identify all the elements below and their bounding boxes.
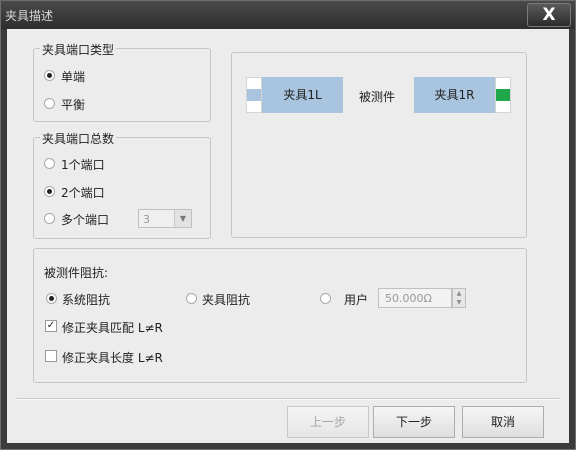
right-fixture-block: 夹具1R — [414, 77, 495, 113]
single-ended-label[interactable]: 单端 — [61, 68, 85, 85]
user-impedance-input[interactable]: 50.000Ω ▲ ▼ — [378, 288, 466, 308]
port-count-group: 夹具端口总数 1个端口 2个端口 多个端口 3 ▼ — [33, 130, 211, 239]
next-step-button[interactable]: 下一步 — [373, 406, 455, 438]
port-type-group: 夹具端口类型 单端 平衡 — [33, 41, 211, 122]
impedance-group: 被测件阻抗: 系统阻抗 夹具阻抗 用户 50.000Ω ▲ ▼ ✓ 修正夹具匹配… — [33, 248, 527, 383]
chevron-down-icon[interactable]: ▼ — [174, 210, 191, 227]
footer-divider — [17, 398, 559, 400]
two-ports-label[interactable]: 2个端口 — [61, 184, 105, 201]
fixture-impedance-label[interactable]: 夹具阻抗 — [202, 291, 250, 308]
user-impedance-label[interactable]: 用户 — [344, 291, 368, 308]
radio-single-ended[interactable] — [44, 70, 55, 81]
dut-label: 被测件 — [359, 90, 396, 104]
user-impedance-value: 50.000Ω — [385, 292, 432, 305]
left-port-indicator — [247, 89, 261, 101]
right-port-marker — [495, 77, 511, 113]
cancel-button[interactable]: 取消 — [462, 406, 544, 438]
port-count-legend: 夹具端口总数 — [40, 130, 117, 147]
radio-user-impedance[interactable] — [320, 293, 331, 304]
correct-length-label[interactable]: 修正夹具长度 L≠R — [62, 349, 163, 366]
title-bar[interactable]: 夹具描述 X — [1, 1, 575, 29]
chevron-up-icon[interactable]: ▲ — [453, 289, 465, 298]
close-button[interactable]: X — [527, 3, 571, 27]
radio-fixture-impedance[interactable] — [186, 293, 197, 304]
left-fixture-block: 夹具1L — [262, 77, 343, 113]
chevron-down-icon[interactable]: ▼ — [453, 298, 465, 307]
fixture-diagram-group: 夹具1L 被测件 夹具1R — [231, 52, 527, 238]
radio-2-ports[interactable] — [44, 186, 55, 197]
fixture-dialog: 夹具描述 X 夹具端口类型 单端 平衡 夹具端口总数 1个端口 2个端口 多个端… — [0, 0, 576, 450]
radio-multi-ports[interactable] — [44, 213, 55, 224]
port-type-legend: 夹具端口类型 — [40, 41, 117, 58]
prev-step-button[interactable]: 上一步 — [287, 406, 369, 438]
one-port-label[interactable]: 1个端口 — [61, 156, 105, 173]
multi-port-count-value: 3 — [143, 213, 150, 226]
correct-length-checkbox[interactable] — [45, 350, 57, 362]
correct-match-label[interactable]: 修正夹具匹配 L≠R — [62, 319, 163, 336]
multi-port-count-select[interactable]: 3 ▼ — [138, 209, 192, 228]
dialog-body: 夹具端口类型 单端 平衡 夹具端口总数 1个端口 2个端口 多个端口 3 ▼ 夹… — [7, 29, 569, 443]
radio-system-impedance[interactable] — [46, 293, 57, 304]
correct-match-checkbox[interactable]: ✓ — [45, 320, 57, 332]
impedance-heading: 被测件阻抗: — [44, 266, 109, 280]
radio-balanced[interactable] — [44, 98, 55, 109]
multi-ports-label[interactable]: 多个端口 — [61, 211, 109, 228]
balanced-label[interactable]: 平衡 — [61, 96, 85, 113]
system-impedance-label[interactable]: 系统阻抗 — [62, 291, 110, 308]
impedance-spinner[interactable]: ▲ ▼ — [452, 288, 466, 308]
radio-1-port[interactable] — [44, 158, 55, 169]
left-port-marker — [246, 77, 262, 113]
window-title: 夹具描述 — [5, 9, 54, 23]
right-port-indicator — [496, 89, 510, 101]
